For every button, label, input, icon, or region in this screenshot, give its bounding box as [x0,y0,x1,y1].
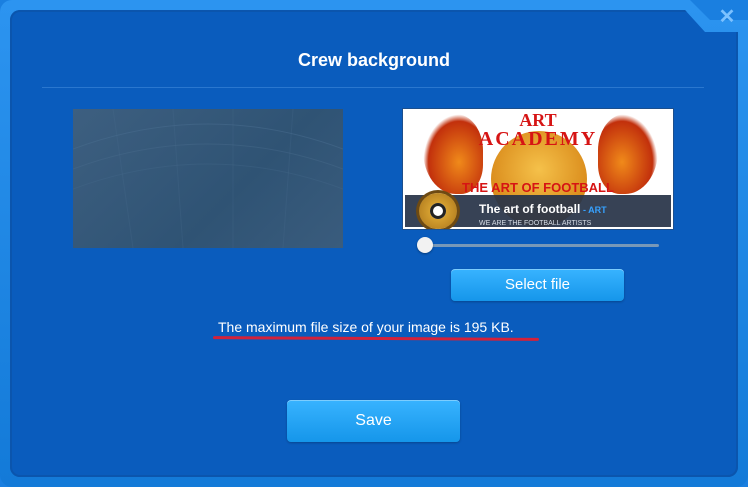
dialog-title: Crew background [297,50,451,70]
close-icon[interactable]: ✕ [716,6,738,28]
preview-art-text: ART [519,110,557,130]
crew-tag: - ART [583,205,607,215]
select-file-button[interactable]: Select file [451,269,624,301]
crew-name: The art of football [479,202,581,216]
zoom-slider-track[interactable] [424,244,659,247]
ball-icon [430,203,446,219]
crew-motto: WE ARE THE FOOTBALL ARTISTS [479,220,592,227]
save-button[interactable]: Save [287,400,460,442]
max-file-size-text: The maximum file size of your image is 1… [218,319,514,335]
background-preview: ART ACADEMY THE ART OF FOOTBALL The art … [403,109,673,229]
current-background-image [73,109,343,248]
preview-academy-text: ACADEMY [478,128,598,150]
zoom-slider-handle[interactable] [417,237,433,253]
stadium-pattern [73,109,343,248]
title-divider [42,87,704,88]
